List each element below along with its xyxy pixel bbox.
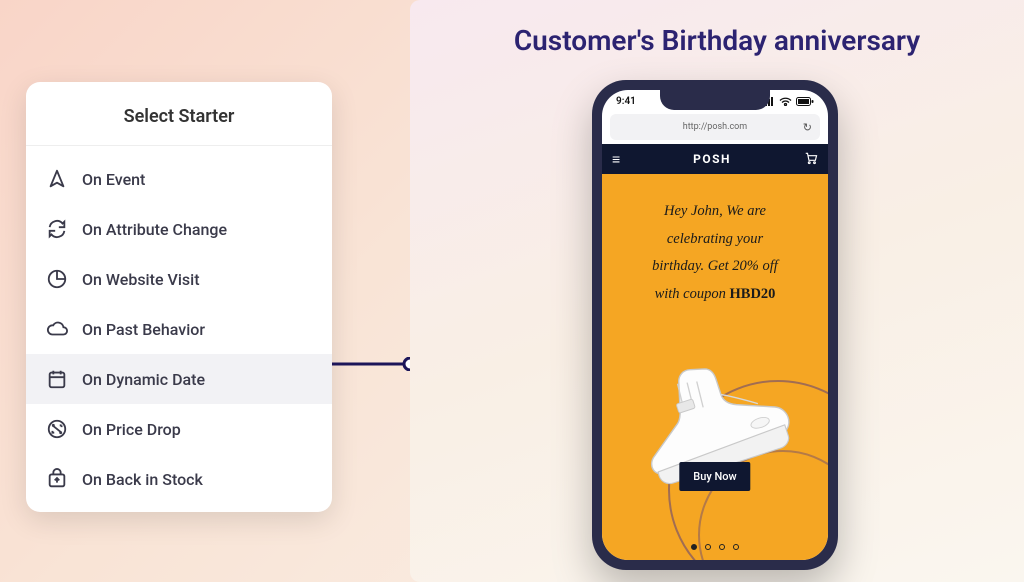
starter-item-label: On Past Behavior: [82, 320, 205, 339]
starter-item-on-price-drop[interactable]: On Price Drop: [26, 404, 332, 454]
carousel-dots: [602, 544, 828, 550]
starter-item-on-event[interactable]: On Event: [26, 154, 332, 204]
starter-item-on-past-behavior[interactable]: On Past Behavior: [26, 304, 332, 354]
carousel-dot[interactable]: [733, 544, 739, 550]
battery-icon: [796, 97, 814, 106]
starter-item-label: On Back in Stock: [82, 470, 203, 489]
site-body: Hey John, We are celebrating your birthd…: [602, 174, 828, 560]
starter-item-on-website-visit[interactable]: On Website Visit: [26, 254, 332, 304]
phone-screen: 9:41 http://posh.com ↻ ≡ POSH Hey John, …: [602, 90, 828, 560]
site-header: ≡ POSH: [602, 144, 828, 174]
phone-notch: [660, 90, 770, 110]
address-bar[interactable]: http://posh.com ↻: [610, 114, 820, 140]
starter-item-on-attribute-change[interactable]: On Attribute Change: [26, 204, 332, 254]
select-starter-header: Select Starter: [26, 82, 332, 146]
promo-line: celebrating your: [624, 226, 806, 254]
brand-logo: POSH: [693, 152, 731, 166]
promo-line: Hey John, We are: [624, 198, 806, 226]
carousel-dot[interactable]: [691, 544, 697, 550]
cloud-icon: [46, 318, 68, 340]
menu-icon[interactable]: ≡: [612, 151, 620, 168]
select-starter-card: Select Starter On Event On Attribute Cha…: [26, 82, 332, 512]
cart-icon[interactable]: [804, 150, 818, 169]
preview-title: Customer's Birthday anniversary: [410, 0, 1024, 57]
compass-icon: [46, 168, 68, 190]
price-drop-icon: [46, 418, 68, 440]
starter-list: On Event On Attribute Change On Website …: [26, 146, 332, 512]
starter-item-label: On Event: [82, 170, 145, 189]
promo-prefix: with coupon: [655, 286, 730, 302]
starter-item-on-back-in-stock[interactable]: On Back in Stock: [26, 454, 332, 504]
promo-coupon-code: HBD20: [730, 286, 776, 302]
promo-line: with coupon HBD20: [624, 281, 806, 309]
pie-chart-icon: [46, 268, 68, 290]
starter-item-label: On Dynamic Date: [82, 370, 205, 389]
phone-mockup: 9:41 http://posh.com ↻ ≡ POSH Hey John, …: [592, 80, 838, 570]
back-in-stock-icon: [46, 468, 68, 490]
starter-item-on-dynamic-date[interactable]: On Dynamic Date: [26, 354, 332, 404]
refresh-icon[interactable]: ↻: [803, 121, 812, 134]
refresh-icon: [46, 218, 68, 240]
starter-item-label: On Website Visit: [82, 270, 200, 289]
carousel-dot[interactable]: [719, 544, 725, 550]
starter-item-label: On Attribute Change: [82, 220, 227, 239]
promo-message: Hey John, We are celebrating your birthd…: [602, 174, 828, 308]
status-time: 9:41: [616, 96, 636, 107]
connector-line: [332, 357, 420, 371]
address-url: http://posh.com: [683, 122, 747, 132]
buy-now-button[interactable]: Buy Now: [679, 462, 750, 491]
calendar-icon: [46, 368, 68, 390]
starter-item-label: On Price Drop: [82, 420, 181, 439]
wifi-icon: [779, 97, 792, 106]
promo-line: birthday. Get 20% off: [624, 253, 806, 281]
carousel-dot[interactable]: [705, 544, 711, 550]
